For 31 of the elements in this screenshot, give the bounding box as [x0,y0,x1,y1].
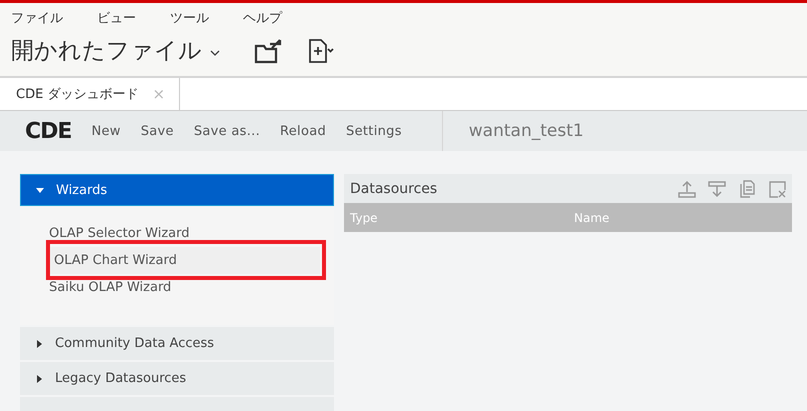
wizard-item[interactable]: OLAP Selector Wizard [49,220,315,247]
triangle-icon [36,186,44,194]
panel-title: Datasources [350,180,438,196]
menu-item[interactable]: ビュー [97,9,136,27]
delete-icon[interactable] [768,180,786,198]
triangle-icon [35,374,43,382]
open-folder-icon[interactable] [254,38,284,64]
cde-logo: CDE [25,118,72,144]
column-header: Name [573,210,610,224]
files-dropdown[interactable]: 開かれたファイル [11,35,220,66]
wizard-item[interactable]: OLAP Chart Wizard [49,247,320,274]
menu-item[interactable]: ヘルプ [243,9,282,27]
toolbar-link[interactable]: Settings [346,124,402,138]
menu-item[interactable]: ファイル [11,9,63,27]
chevron-down-icon [210,50,220,56]
toolbar-link[interactable]: Reload [280,124,326,138]
copy-icon[interactable] [738,180,756,198]
new-file-icon[interactable] [308,38,334,62]
accordion-header[interactable]: Legacy Datasources [20,362,334,395]
toolbar-link[interactable]: Save as... [194,124,260,138]
toolbar-link[interactable]: Save [140,124,174,138]
triangle-icon [35,340,43,348]
menu-item[interactable]: ツール [170,9,209,27]
toolbar-link[interactable]: New [91,124,121,138]
upload-icon[interactable] [678,180,696,198]
wizard-item[interactable]: Saiku OLAP Wizard [49,274,315,301]
download-icon[interactable] [708,180,726,198]
column-header: Type [349,210,379,224]
dashboard-name: wantan_test1 [442,111,584,151]
accordion-header[interactable]: Community Data Access [20,327,334,360]
accordion-header[interactable]: Wizards [20,174,334,206]
